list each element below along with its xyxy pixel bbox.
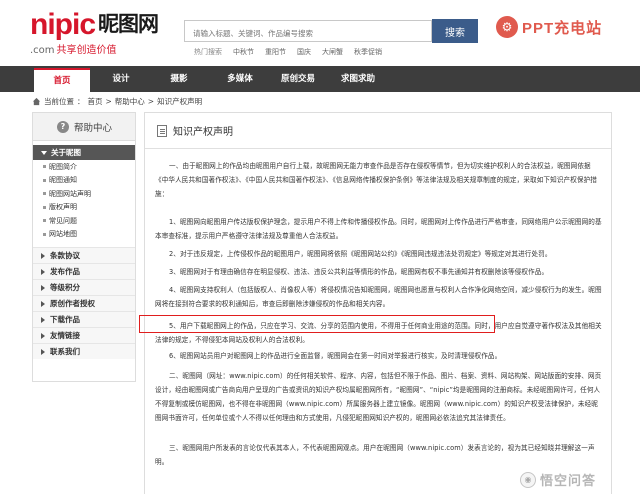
- nav-home[interactable]: 首页: [34, 68, 90, 92]
- sidebar-section[interactable]: 下载作品: [33, 311, 135, 327]
- sidebar-section[interactable]: 友情链接: [33, 327, 135, 343]
- logo-slogan: .com 共享创造价值: [30, 45, 117, 56]
- sidebar-item[interactable]: 昵图通知: [33, 174, 135, 188]
- sidebar-item[interactable]: 版权声明: [33, 201, 135, 215]
- sidebar-item[interactable]: 网站地图: [33, 228, 135, 242]
- help-icon: ?: [57, 120, 69, 133]
- sidebar-group-about[interactable]: 关于昵图: [33, 145, 135, 160]
- ppt-logo-icon: ⚙: [496, 16, 518, 38]
- paragraph: 4、昵图网支持权利人（包括版权人、肖像权人等）将侵权情况告知昵图网，昵图网也愿意…: [155, 286, 602, 308]
- paragraph: 三、昵图网用户所发表的言论仅代表其本人，不代表昵图网观点。用户在昵图网（www.…: [155, 444, 595, 466]
- paragraph: 3、昵图网对于有理由确信存在明显侵权、违法、违反公共利益等情形的作品，昵图网有权…: [169, 268, 549, 276]
- search-field[interactable]: [184, 20, 432, 44]
- sidebar-section[interactable]: 联系我们: [33, 343, 135, 359]
- sidebar-header: ? 帮助中心: [33, 113, 135, 141]
- document-icon: [157, 124, 167, 137]
- breadcrumb-home[interactable]: 首页: [88, 96, 103, 107]
- nav-photo[interactable]: 摄影: [162, 66, 196, 92]
- chevron-right-icon: [41, 252, 45, 259]
- search-input[interactable]: [185, 23, 431, 44]
- content-panel: 知识产权声明 一、由于昵图网上的作品均由昵图用户自行上载，故昵图网无能力审查作品…: [144, 112, 612, 494]
- sidebar-item[interactable]: 昵图简介: [33, 160, 135, 174]
- paragraph: 1、昵图网向昵图用户传达版权保护理念，提示用户不得上传和传播侵权作品。同时，昵图…: [155, 218, 602, 240]
- paragraph: 二、昵图网（网址：www.nipic.com）的任何相关软件、程序、内容，包括但…: [155, 372, 602, 422]
- site-logo[interactable]: nipic 昵图网 .com 共享创造价值: [30, 8, 170, 58]
- site-header: nipic昵图网 .com共享创造价值 搜索 热门搜索 中秋节 重阳节 国庆 大…: [0, 0, 640, 66]
- sidebar-section[interactable]: 条款协议: [33, 247, 135, 263]
- highlight-annotation-box: [139, 315, 495, 333]
- chevron-right-icon: [41, 348, 45, 355]
- hot-search-bar: 热门搜索 中秋节 重阳节 国庆 大闸蟹 秋季促销: [194, 47, 382, 57]
- nav-design[interactable]: 设计: [104, 66, 138, 92]
- help-sidebar: ? 帮助中心 关于昵图 昵图简介 昵图通知 昵图网站声明 版权声明 常见问题 网…: [32, 112, 136, 382]
- hot-search-term[interactable]: 中秋节: [233, 47, 254, 57]
- chevron-down-icon: [41, 150, 47, 155]
- paragraph: 6、昵图网站员用户对昵图网上的作品进行全面监督，昵图网会在第一时间对举报进行核实…: [169, 352, 502, 360]
- sidebar-item[interactable]: 常见问题: [33, 214, 135, 228]
- ppt-watermark-text: PPT充电站: [522, 19, 603, 37]
- chevron-right-icon: [41, 300, 45, 307]
- breadcrumb-help[interactable]: 帮助中心: [115, 96, 145, 107]
- breadcrumb: 当前位置： 首页 > 帮助中心 > 知识产权声明: [32, 96, 202, 107]
- hot-search-term[interactable]: 国庆: [297, 47, 311, 57]
- breadcrumb-current: 知识产权声明: [157, 97, 203, 106]
- paragraph: 一、由于昵图网上的作品均由昵图用户自行上载，故昵图网无能力审查作品是否存在侵权等…: [155, 162, 597, 198]
- sidebar-item[interactable]: 昵图网站声明: [33, 187, 135, 201]
- sidebar-section[interactable]: 等级积分: [33, 279, 135, 295]
- main-nav: 首页 设计 摄影 多媒体 原创交易 求图求助: [0, 66, 640, 92]
- hot-search-label: 热门搜索: [194, 48, 222, 56]
- wukong-watermark-text: 悟空问答: [540, 474, 597, 489]
- page-title: 知识产权声明: [173, 127, 233, 138]
- wukong-logo-icon: ◉: [520, 471, 536, 488]
- hot-search-term[interactable]: 大闸蟹: [322, 47, 343, 57]
- chevron-right-icon: [41, 316, 45, 323]
- home-icon: [32, 97, 41, 106]
- breadcrumb-prefix: 当前位置: [44, 97, 74, 106]
- chevron-right-icon: [41, 268, 45, 275]
- sidebar-title: 帮助中心: [74, 122, 113, 134]
- wukong-watermark: ◉ 悟空问答: [520, 470, 596, 489]
- logo-wordmark: nipic 昵图网: [30, 8, 159, 41]
- ppt-watermark: ⚙ PPT充电站: [496, 16, 602, 38]
- search-button[interactable]: 搜索: [432, 19, 478, 43]
- paragraph: 2、对于违反规定，上传侵权作品的昵图用户，昵图网将依照《昵图网站公约》《昵图网违…: [169, 250, 552, 258]
- content-header: 知识产权声明: [145, 113, 611, 149]
- nav-multimedia[interactable]: 多媒体: [220, 66, 260, 92]
- nav-request-help[interactable]: 求图求助: [336, 66, 380, 92]
- chevron-right-icon: [41, 284, 45, 291]
- hot-search-term[interactable]: 秋季促销: [354, 47, 382, 57]
- sidebar-section[interactable]: 发布作品: [33, 263, 135, 279]
- sidebar-section[interactable]: 原创作者授权: [33, 295, 135, 311]
- chevron-right-icon: [41, 332, 45, 339]
- nav-original-trade[interactable]: 原创交易: [276, 66, 320, 92]
- hot-search-term[interactable]: 重阳节: [265, 47, 286, 57]
